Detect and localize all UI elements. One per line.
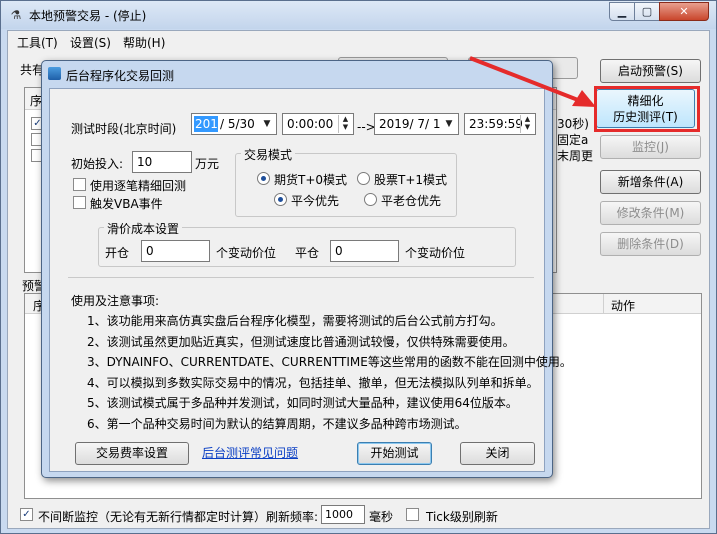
backtest-dialog: 后台程序化交易回测 测试时段(北京时间) 2019 / 5/30 ▼ 0:00:… bbox=[41, 60, 572, 478]
stock-mode-radio[interactable] bbox=[357, 172, 370, 185]
end-date-value: 2019/ 7/ 1 bbox=[379, 117, 441, 131]
menu-settings[interactable]: 设置(S) bbox=[70, 34, 111, 51]
backtest-faq-link[interactable]: 后台测评常见问题 bbox=[202, 444, 298, 461]
row-text-partial: 固定a bbox=[557, 133, 589, 147]
initial-input-unit: 万元 bbox=[195, 157, 220, 171]
refined-history-test-button[interactable]: 精细化 历史测评(T) bbox=[596, 89, 695, 128]
dialog-title: 后台程序化交易回测 bbox=[66, 69, 175, 83]
trigger-vba-checkbox[interactable] bbox=[73, 196, 86, 209]
continuous-monitor-checkbox[interactable]: ✓ bbox=[20, 508, 33, 521]
futures-mode-radio[interactable] bbox=[257, 172, 270, 185]
spin-arrows-icon[interactable]: ▲ ▼ bbox=[520, 115, 534, 133]
refine-label-line1: 精细化 bbox=[627, 94, 664, 108]
delete-condition-button[interactable]: 删除条件(D) bbox=[600, 232, 701, 256]
test-period-label: 测试时段(北京时间) bbox=[71, 122, 177, 136]
close-position-label: 平仓 bbox=[295, 246, 320, 260]
add-condition-button[interactable]: 新增条件(A) bbox=[600, 170, 701, 194]
refine-label-line2: 历史测评(T) bbox=[613, 110, 678, 124]
title-bar: ⚗ 本地预警交易 - (停止) ▁ ▢ ✕ bbox=[1, 1, 716, 29]
stock-mode-label: 股票T+1模式 bbox=[374, 173, 448, 187]
divider bbox=[68, 277, 534, 278]
slippage-title: 滑价成本设置 bbox=[104, 220, 183, 237]
chevron-down-icon: ▼ bbox=[445, 119, 453, 129]
note-line: 2、该测试虽然更加贴近真实，但测试速度比普通测试较慢，仅供特殊需要使用。 bbox=[87, 335, 515, 349]
trigger-vba-label: 触发VBA事件 bbox=[90, 197, 163, 211]
close-old-first-label: 平老仓优先 bbox=[381, 194, 442, 208]
close-dialog-button[interactable]: 关闭 bbox=[460, 442, 535, 465]
dialog-title-bar: 后台程序化交易回测 bbox=[42, 61, 552, 87]
end-date-picker[interactable]: 2019/ 7/ 1 ▼ bbox=[374, 113, 459, 135]
close-today-first-label: 平今优先 bbox=[291, 194, 340, 208]
tick-refresh-label: Tick级别刷新 bbox=[426, 510, 498, 524]
trade-mode-title: 交易模式 bbox=[241, 146, 296, 163]
row-text-partial: 末周更 bbox=[557, 149, 594, 163]
note-line: 5、该测试模式属于多品种并发测试，如同时测试大量品种，建议使用64位版本。 bbox=[87, 396, 518, 410]
tick-backtest-checkbox[interactable] bbox=[73, 178, 86, 191]
to-arrow: --> bbox=[357, 120, 376, 134]
close-slippage-unit: 个变动价位 bbox=[405, 246, 466, 260]
futures-mode-label: 期货T+0模式 bbox=[274, 173, 348, 187]
end-time-field[interactable]: 23:59:59 ▲ ▼ bbox=[464, 113, 536, 135]
open-position-label: 开仓 bbox=[105, 246, 130, 260]
tick-refresh-checkbox[interactable] bbox=[406, 508, 419, 521]
alert-column-action[interactable]: 动作 bbox=[611, 297, 635, 314]
start-date-rest: / 5/30 bbox=[220, 117, 255, 131]
initial-input-field[interactable]: 10 bbox=[132, 151, 192, 173]
dialog-body: 测试时段(北京时间) 2019 / 5/30 ▼ 0:00:00 ▲ ▼ --> … bbox=[49, 88, 572, 472]
close-old-first-radio[interactable] bbox=[364, 193, 377, 206]
spin-arrows-icon[interactable]: ▲ ▼ bbox=[338, 115, 352, 133]
window-title: 本地预警交易 - (停止) bbox=[29, 9, 147, 23]
row-text-partial: 30秒) bbox=[557, 117, 589, 131]
menu-tools[interactable]: 工具(T) bbox=[17, 34, 58, 51]
initial-input-label: 初始投入: bbox=[71, 157, 124, 171]
note-line: 3、DYNAINFO、CURRENTDATE、CURRENTTIME等这些常用的… bbox=[87, 355, 572, 369]
dialog-app-icon bbox=[48, 67, 61, 80]
monitor-button[interactable]: 监控(J) bbox=[600, 135, 701, 159]
column-divider bbox=[603, 294, 604, 314]
note-line: 6、第一个品种交易时间为默认的结算周期，不建议多品种跨市场测试。 bbox=[87, 417, 467, 431]
minimize-button[interactable]: ▁ bbox=[609, 2, 635, 21]
status-row: ✓ 不间断监控（无论有无新行情都定时计算）刷新频率: 1000 毫秒 Tick级… bbox=[8, 503, 709, 529]
start-alert-button[interactable]: 启动预警(S) bbox=[600, 59, 701, 83]
note-line: 4、可以模拟到多数实际交易中的情况，包括挂单、撤单，但无法模拟队列单和拆单。 bbox=[87, 376, 539, 390]
refresh-frequency-input[interactable]: 1000 bbox=[321, 505, 365, 524]
fee-settings-button[interactable]: 交易费率设置 bbox=[75, 442, 189, 465]
open-slippage-unit: 个变动价位 bbox=[216, 246, 277, 260]
modify-condition-button[interactable]: 修改条件(M) bbox=[600, 201, 701, 225]
close-window-button[interactable]: ✕ bbox=[659, 2, 709, 21]
menu-bar: 工具(T) 设置(S) 帮助(H) bbox=[8, 31, 709, 51]
tick-backtest-label: 使用逐笔精细回测 bbox=[90, 179, 187, 193]
start-date-picker[interactable]: 2019 / 5/30 ▼ bbox=[191, 113, 277, 135]
ms-label: 毫秒 bbox=[369, 510, 394, 524]
close-today-first-radio[interactable] bbox=[274, 193, 287, 206]
end-time-value: 23:59:59 bbox=[469, 117, 523, 131]
start-date-year: 2019 bbox=[194, 116, 226, 132]
start-test-button[interactable]: 开始测试 bbox=[357, 442, 432, 465]
continuous-monitor-label: 不间断监控（无论有无新行情都定时计算）刷新频率: bbox=[38, 510, 319, 524]
note-line: 1、该功能用来高仿真实盘后台程序化模型，需要将测试的后台公式前方打勾。 bbox=[87, 314, 503, 328]
close-slippage-field[interactable]: 0 bbox=[330, 240, 399, 262]
maximize-button[interactable]: ▢ bbox=[634, 2, 660, 21]
start-time-field[interactable]: 0:00:00 ▲ ▼ bbox=[282, 113, 354, 135]
flask-icon: ⚗ bbox=[10, 8, 22, 22]
menu-help[interactable]: 帮助(H) bbox=[123, 34, 165, 51]
notes-title: 使用及注意事项: bbox=[71, 294, 160, 308]
start-time-value: 0:00:00 bbox=[287, 117, 334, 131]
chevron-down-icon: ▼ bbox=[263, 119, 271, 129]
open-slippage-field[interactable]: 0 bbox=[141, 240, 210, 262]
